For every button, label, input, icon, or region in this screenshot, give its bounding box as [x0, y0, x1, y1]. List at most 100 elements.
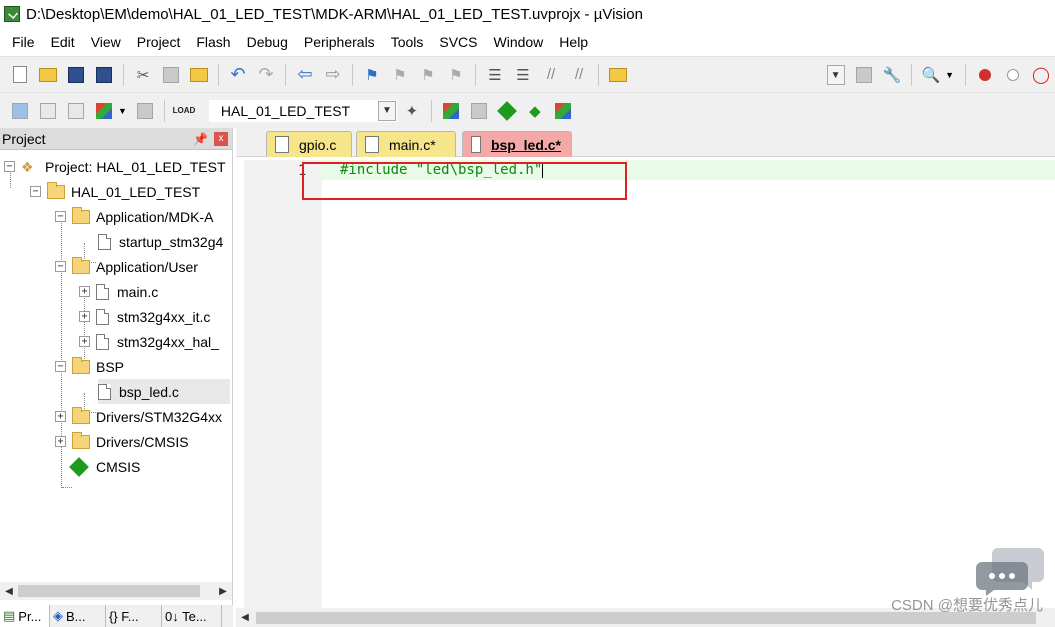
menu-debug[interactable]: Debug	[239, 28, 296, 56]
menu-flash[interactable]: Flash	[188, 28, 238, 56]
pack-installer-button[interactable]	[552, 100, 574, 122]
tab-main-c[interactable]: main.c*	[356, 131, 456, 157]
tree-item-target[interactable]: − HAL_01_LED_TEST	[30, 179, 200, 204]
tab-project[interactable]: ▤ Pr...	[0, 605, 50, 627]
open-file-button[interactable]	[37, 64, 59, 86]
menu-window[interactable]: Window	[486, 28, 552, 56]
collapse-icon[interactable]: −	[30, 186, 41, 197]
select-software-packs-button[interactable]: ◆	[524, 100, 546, 122]
insert-breakpoint-button[interactable]	[974, 64, 996, 86]
menu-edit[interactable]: Edit	[43, 28, 83, 56]
collapse-icon[interactable]: −	[55, 261, 66, 272]
redo-button[interactable]: ↷	[255, 64, 277, 86]
menu-bar: File Edit View Project Flash Debug Perip…	[0, 28, 1055, 56]
find-in-files-button[interactable]	[607, 64, 629, 86]
expand-icon[interactable]: +	[79, 336, 90, 347]
menu-view[interactable]: View	[83, 28, 129, 56]
menu-peripherals[interactable]: Peripherals	[296, 28, 383, 56]
paste-button[interactable]	[188, 64, 210, 86]
target-select[interactable]: HAL_01_LED_TEST ▼	[207, 98, 398, 123]
tab-bsp-led-c[interactable]: bsp_led.c*	[462, 131, 572, 157]
tree-item-file-hal[interactable]: + stm32g4xx_hal_	[79, 329, 219, 354]
tab-functions[interactable]: {} F...	[106, 605, 162, 627]
tree-item-file-it[interactable]: + stm32g4xx_it.c	[79, 304, 210, 329]
tab-label: {} F...	[109, 608, 139, 624]
target-options-button[interactable]: ✦	[401, 100, 423, 122]
clear-bookmarks-button[interactable]: ⚑	[445, 64, 467, 86]
expand-icon[interactable]: +	[55, 411, 66, 422]
kill-breakpoints-button[interactable]: ◯	[1030, 64, 1052, 86]
tab-templates[interactable]: 0↓ Te...	[162, 605, 222, 627]
download-button[interactable]: LOAD	[173, 100, 196, 122]
prev-bookmark-button[interactable]: ⚑	[389, 64, 411, 86]
tab-books[interactable]: ◈ B...	[50, 605, 106, 627]
tree-item-group-drivers-cmsis[interactable]: + Drivers/CMSIS	[55, 429, 189, 454]
tree-item-label: Application/User	[96, 258, 198, 275]
collapse-icon[interactable]: −	[55, 211, 66, 222]
expand-icon[interactable]: +	[79, 311, 90, 322]
translate-button[interactable]	[9, 100, 31, 122]
redo-icon: ↷	[258, 64, 274, 84]
cut-button[interactable]: ✂	[132, 64, 154, 86]
start-debug-button[interactable]: 🔍	[920, 64, 942, 86]
save-button[interactable]	[65, 64, 87, 86]
menu-tools[interactable]: Tools	[383, 28, 432, 56]
navigate-back-button[interactable]: ⇦	[294, 64, 316, 86]
tree-item-file-main[interactable]: + main.c	[79, 279, 158, 304]
tree-item-label: CMSIS	[96, 458, 141, 475]
next-bookmark-button[interactable]: ⚑	[417, 64, 439, 86]
tree-item-label: Drivers/CMSIS	[96, 433, 189, 450]
menu-file[interactable]: File	[4, 28, 43, 56]
start-debug-dropdown-icon[interactable]: ▼	[945, 70, 954, 80]
comment-button[interactable]: //	[540, 64, 562, 86]
incremental-find-button[interactable]	[853, 64, 875, 86]
tree-item-group-app-mdk[interactable]: − Application/MDK-A	[55, 204, 214, 229]
debug-tools-button[interactable]: 🔧	[881, 64, 903, 86]
disable-breakpoint-button[interactable]	[1002, 64, 1024, 86]
batch-build-button[interactable]	[93, 100, 115, 122]
bookmark-button[interactable]: ⚑	[361, 64, 383, 86]
scroll-left-icon[interactable]: ◀	[0, 582, 18, 600]
tree-item-group-bsp[interactable]: − BSP	[55, 354, 124, 379]
tree-item-group-drivers-stm[interactable]: + Drivers/STM32G4xx	[55, 404, 222, 429]
tree-item-cmsis[interactable]: CMSIS	[68, 454, 140, 479]
scroll-left-icon[interactable]: ◀	[236, 608, 254, 626]
manage-project-items-button[interactable]	[440, 100, 462, 122]
scroll-thumb[interactable]	[18, 585, 200, 597]
manage-rte-button[interactable]	[496, 100, 518, 122]
collapse-icon[interactable]: −	[4, 161, 15, 172]
expand-icon[interactable]: +	[55, 436, 66, 447]
batch-build-dropdown-icon[interactable]: ▼	[118, 106, 127, 116]
expand-icon[interactable]: +	[79, 286, 90, 297]
menu-project[interactable]: Project	[129, 28, 189, 56]
stop-build-button[interactable]	[134, 100, 156, 122]
collapse-icon[interactable]: −	[55, 361, 66, 372]
build-icon	[40, 102, 56, 119]
chat-bubble-icon	[976, 548, 1044, 596]
tab-gpio-c[interactable]: gpio.c	[266, 131, 352, 157]
indent-button[interactable]: ☰	[484, 64, 506, 86]
scroll-right-icon[interactable]: ▶	[214, 582, 232, 600]
save-all-button[interactable]	[93, 64, 115, 86]
project-horizontal-scrollbar[interactable]: ◀ ▶	[0, 582, 232, 600]
tree-item-project[interactable]: − ❖ Project: HAL_01_LED_TEST	[4, 154, 226, 179]
menu-svcs[interactable]: SVCS	[431, 28, 485, 56]
tree-item-file-startup[interactable]: startup_stm32g4	[98, 229, 223, 254]
menu-help[interactable]: Help	[551, 28, 596, 56]
manage-multi-project-button[interactable]	[468, 100, 490, 122]
new-file-button[interactable]	[9, 64, 31, 86]
uncomment-button[interactable]: //	[568, 64, 590, 86]
file-icon	[275, 136, 289, 153]
unindent-button[interactable]: ☰	[512, 64, 534, 86]
tree-item-file-bsp-led[interactable]: bsp_led.c	[98, 379, 230, 404]
rebuild-button[interactable]	[65, 100, 87, 122]
undo-button[interactable]: ↶	[227, 64, 249, 86]
find-dropdown-button[interactable]: ▼	[825, 64, 847, 86]
navigate-forward-button[interactable]: ⇨	[322, 64, 344, 86]
build-button[interactable]	[37, 100, 59, 122]
close-icon[interactable]: x	[214, 131, 228, 146]
copy-button[interactable]	[160, 64, 182, 86]
pin-icon[interactable]: 📌	[193, 132, 208, 146]
chevron-down-icon: ▼	[377, 100, 396, 121]
tree-item-group-app-user[interactable]: − Application/User	[55, 254, 198, 279]
